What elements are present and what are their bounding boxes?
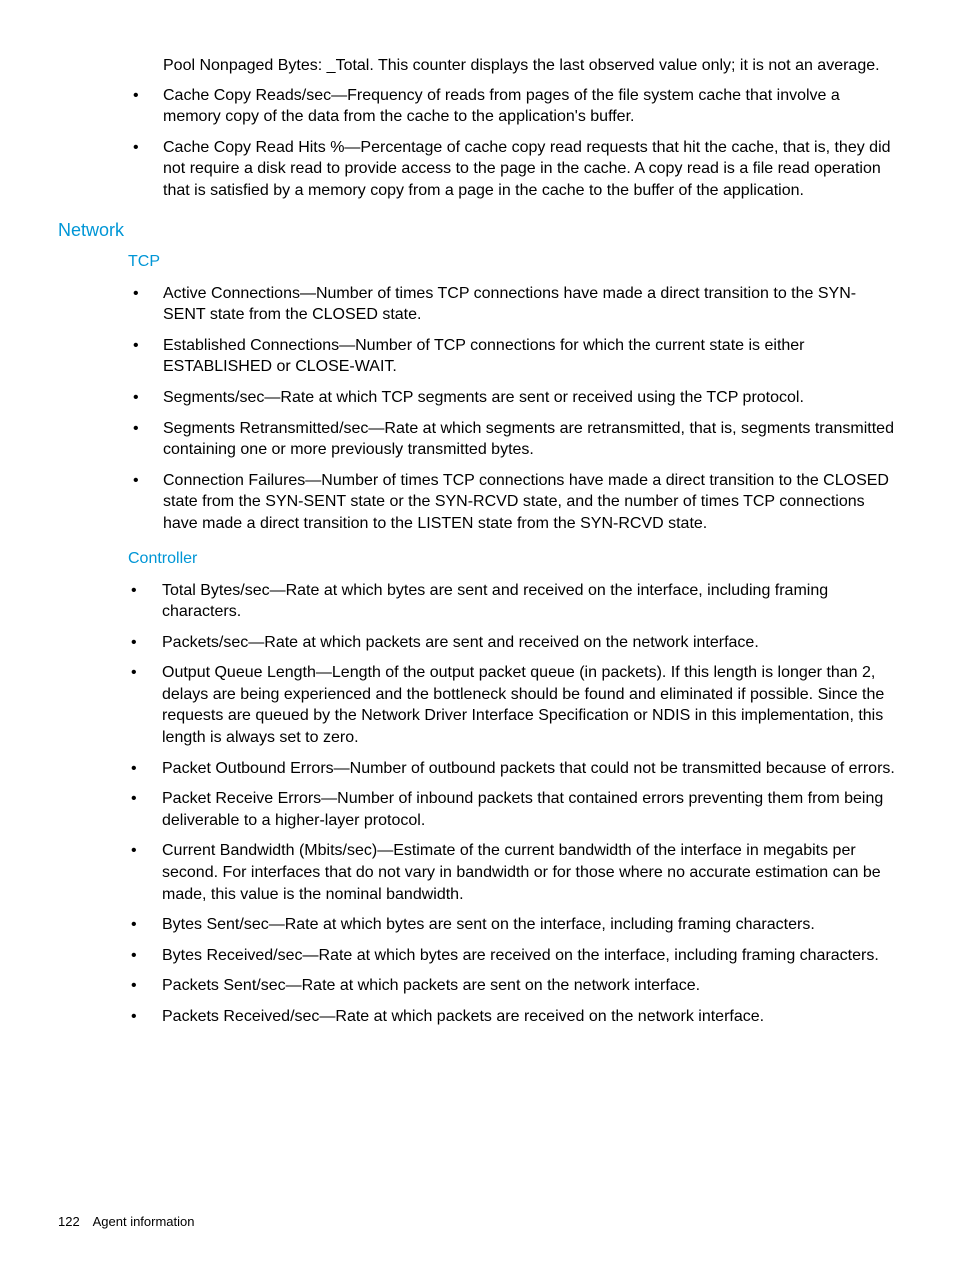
footer-title: Agent information: [93, 1214, 195, 1229]
list-item: Established Connections—Number of TCP co…: [58, 335, 896, 378]
list-item: Packets Received/sec—Rate at which packe…: [58, 1006, 896, 1028]
heading-network: Network: [58, 220, 896, 241]
heading-controller: Controller: [128, 550, 896, 568]
heading-tcp: TCP: [128, 253, 896, 271]
page-footer: 122 Agent information: [58, 1214, 195, 1229]
list-item: Packet Receive Errors—Number of inbound …: [58, 788, 896, 831]
list-item: Active Connections—Number of times TCP c…: [58, 283, 896, 326]
controller-bullet-list: Total Bytes/sec—Rate at which bytes are …: [58, 580, 896, 1028]
list-item: Segments Retransmitted/sec—Rate at which…: [58, 418, 896, 461]
list-item: Packets Sent/sec—Rate at which packets a…: [58, 975, 896, 997]
list-item: Cache Copy Read Hits %—Percentage of cac…: [58, 137, 896, 202]
document-page: Pool Nonpaged Bytes: _Total. This counte…: [0, 0, 954, 1271]
top-bullet-list: Cache Copy Reads/sec—Frequency of reads …: [58, 85, 896, 202]
list-item: Packets/sec—Rate at which packets are se…: [58, 632, 896, 654]
list-item: Bytes Sent/sec—Rate at which bytes are s…: [58, 914, 896, 936]
list-item: Bytes Received/sec—Rate at which bytes a…: [58, 945, 896, 967]
tcp-bullet-list: Active Connections—Number of times TCP c…: [58, 283, 896, 535]
intro-paragraph: Pool Nonpaged Bytes: _Total. This counte…: [163, 55, 896, 77]
list-item: Output Queue Length—Length of the output…: [58, 662, 896, 748]
page-number: 122: [58, 1214, 80, 1229]
list-item: Cache Copy Reads/sec—Frequency of reads …: [58, 85, 896, 128]
list-item: Connection Failures—Number of times TCP …: [58, 470, 896, 535]
list-item: Current Bandwidth (Mbits/sec)—Estimate o…: [58, 840, 896, 905]
list-item: Total Bytes/sec—Rate at which bytes are …: [58, 580, 896, 623]
list-item: Packet Outbound Errors—Number of outboun…: [58, 758, 896, 780]
list-item: Segments/sec—Rate at which TCP segments …: [58, 387, 896, 409]
